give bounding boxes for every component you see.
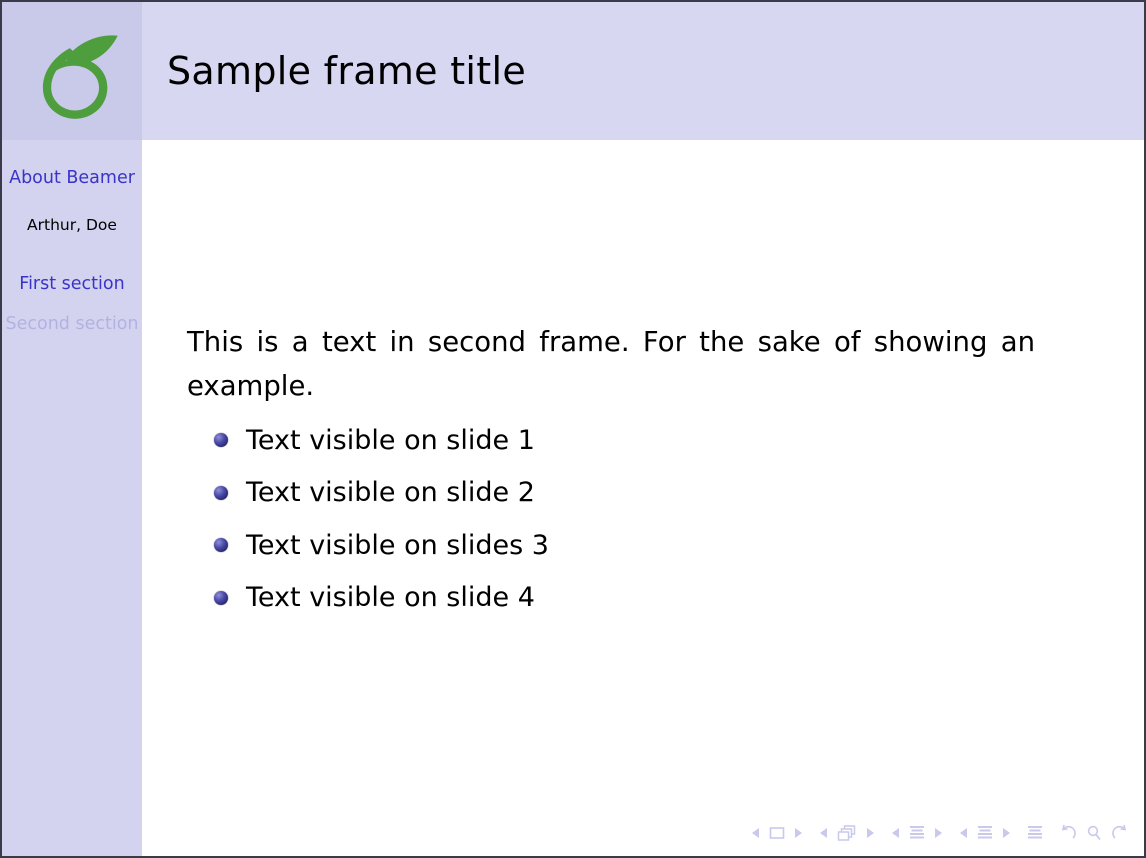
back-arrow-icon[interactable]: [1058, 824, 1078, 842]
history-navigation-group: [1058, 824, 1130, 842]
bullet-list: Text visible on slide 1 Text visible on …: [214, 414, 1014, 624]
bullet-sphere-icon: [214, 538, 228, 553]
subsection-lines-icon[interactable]: [908, 824, 926, 842]
list-item-label: Text visible on slides 3: [246, 529, 549, 561]
sidebar-presentation-title[interactable]: About Beamer: [2, 168, 142, 188]
triangle-left-icon[interactable]: [890, 826, 901, 840]
logo-block: [2, 2, 142, 140]
slide-square-icon[interactable]: [768, 825, 786, 841]
list-item: Text visible on slide 2: [214, 467, 1014, 520]
list-item: Text visible on slides 3: [214, 519, 1014, 572]
triangle-left-icon[interactable]: [958, 826, 969, 840]
triangle-right-icon[interactable]: [933, 826, 944, 840]
frame-navigation-group: [818, 824, 876, 842]
triangle-right-icon[interactable]: [865, 826, 876, 840]
triangle-left-icon[interactable]: [750, 826, 761, 840]
page-title: Sample frame title: [167, 49, 527, 93]
body-paragraph: This is a text in second frame. For the …: [187, 326, 1035, 402]
slide-body: This is a text in second frame. For the …: [142, 140, 1144, 856]
list-item: Text visible on slide 1: [214, 414, 1014, 467]
sidebar-item-first-section[interactable]: First section: [2, 274, 142, 294]
section-lines-icon[interactable]: [976, 824, 994, 842]
frames-stack-icon[interactable]: [836, 824, 858, 842]
forward-arrow-icon[interactable]: [1110, 824, 1130, 842]
beamer-navigation-symbols: [750, 820, 1130, 846]
search-magnifier-icon[interactable]: [1085, 824, 1103, 842]
overleaf-logo-icon: [42, 35, 118, 119]
subsection-navigation-group: [890, 824, 944, 842]
triangle-right-icon[interactable]: [1001, 826, 1012, 840]
bullet-sphere-icon: [214, 590, 228, 605]
sidebar: About Beamer Arthur, Doe First section S…: [2, 140, 142, 856]
triangle-left-icon[interactable]: [818, 826, 829, 840]
beamer-slide: Sample frame title About Beamer Arthur, …: [0, 0, 1146, 858]
list-item-label: Text visible on slide 1: [246, 424, 535, 456]
bullet-sphere-icon: [214, 485, 228, 500]
list-item: Text visible on slide 4: [214, 572, 1014, 625]
sidebar-item-second-section[interactable]: Second section: [2, 314, 142, 334]
slide-header: Sample frame title: [2, 2, 1144, 140]
sidebar-author: Arthur, Doe: [27, 216, 117, 234]
document-lines-icon[interactable]: [1026, 824, 1044, 842]
slide-navigation-group: [750, 825, 804, 841]
document-navigation-group: [1026, 824, 1044, 842]
triangle-right-icon[interactable]: [793, 826, 804, 840]
section-navigation-group: [958, 824, 1012, 842]
bullet-sphere-icon: [214, 433, 228, 448]
list-item-label: Text visible on slide 2: [246, 477, 535, 509]
list-item-label: Text visible on slide 4: [246, 582, 535, 614]
